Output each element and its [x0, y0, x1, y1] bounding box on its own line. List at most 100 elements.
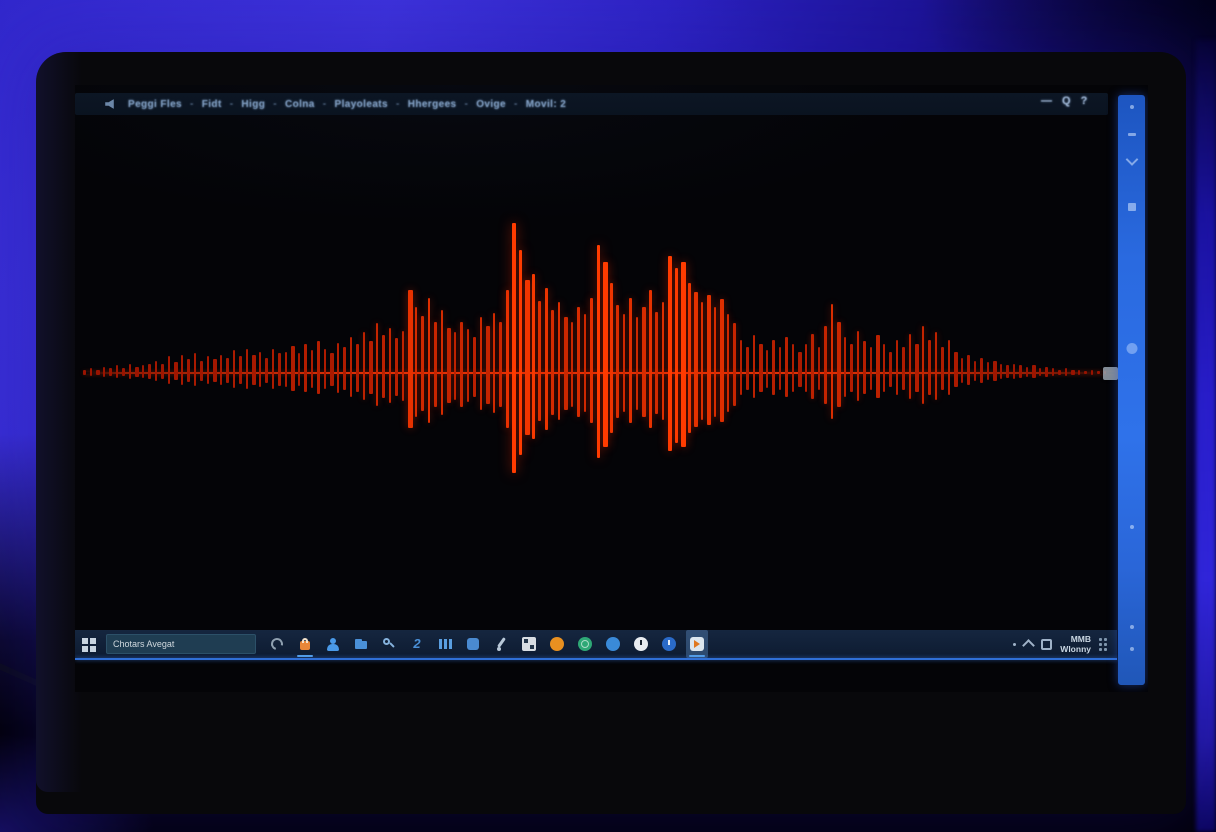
waveform-bar — [1045, 367, 1048, 377]
menu-bar: Peggi Fles - Fidt - Higg - Colna - Playoleats - Hh… — [75, 93, 1108, 115]
menu-separator: - — [229, 98, 234, 110]
globe-icon — [577, 636, 593, 652]
blue-circle-icon[interactable] — [602, 630, 624, 658]
globe-icon[interactable] — [574, 630, 596, 658]
waveform-bar — [317, 341, 320, 394]
strip-dot-icon — [1129, 625, 1134, 629]
waveform-bar — [109, 368, 112, 376]
tray-more-dots-icon[interactable] — [1099, 637, 1107, 651]
waveform-bar — [226, 358, 229, 383]
system-tray: MMB Wlonny — [1013, 634, 1111, 654]
waveform-bar — [668, 256, 672, 451]
waveform-bar — [265, 358, 268, 383]
waveform-bar — [590, 298, 593, 423]
swoosh-icon[interactable]: 2 — [406, 630, 428, 658]
waveform-bar — [122, 368, 125, 376]
waveform-bar — [154, 361, 157, 381]
waveform-bar — [967, 355, 970, 385]
waveform-bar — [375, 323, 378, 406]
waveform-bar — [817, 347, 820, 390]
waveform-bar — [141, 365, 144, 378]
waveform-bar — [414, 307, 417, 417]
waveform-bar — [1019, 365, 1022, 378]
waveform-bar — [1058, 370, 1061, 375]
strip-square-icon[interactable] — [1127, 203, 1136, 211]
playhead-badge[interactable] — [1103, 367, 1118, 380]
help-icon[interactable]: ? — [1081, 95, 1088, 107]
waveform-bar — [759, 344, 763, 392]
waveform-bar — [876, 335, 880, 398]
panel-icon[interactable] — [462, 630, 484, 658]
waveform-bar — [570, 322, 573, 407]
strip-dot-icon — [1129, 647, 1134, 651]
people-icon[interactable] — [322, 630, 344, 658]
cortana-icon[interactable] — [266, 630, 288, 658]
waveform-bar — [772, 340, 775, 395]
strip-dot-icon — [1129, 525, 1134, 529]
menu-item[interactable]: Peggi Fles — [128, 99, 182, 110]
menu-item[interactable]: Movil: 2 — [526, 99, 566, 110]
taskbar-search-input[interactable] — [106, 634, 256, 654]
zoom-icon[interactable]: Q — [1062, 95, 1071, 107]
waveform-bar — [622, 314, 625, 412]
menu-item[interactable]: Hhergees — [408, 99, 457, 110]
menu-separator: - — [514, 98, 518, 110]
waveform-bar — [369, 341, 373, 394]
panel-icon — [465, 636, 481, 652]
menu-items: Peggi Fles - Fidt - Higg - Colna - Playoleats - Hh… — [128, 99, 566, 110]
waveform-bar — [1051, 368, 1054, 376]
strip-chevron-down-icon[interactable] — [1125, 153, 1138, 166]
browser-orange-icon[interactable] — [546, 630, 568, 658]
search-app-icon[interactable] — [378, 630, 400, 658]
waveform-bar — [863, 341, 866, 394]
clock-blue-icon[interactable] — [658, 630, 680, 658]
waveform-bar — [304, 344, 307, 392]
waveform-bar — [889, 352, 892, 387]
waveform-bar — [934, 332, 937, 400]
waveform-bar — [180, 355, 183, 385]
waveform-bar — [401, 331, 404, 401]
clock-light-icon[interactable] — [630, 630, 652, 658]
tray-notification-icon[interactable] — [1041, 638, 1053, 650]
active-app-icon[interactable] — [686, 630, 708, 658]
scrollbar-strip[interactable] — [1118, 95, 1145, 685]
waveform-bar — [174, 362, 178, 380]
menu-item[interactable]: Ovige — [476, 99, 506, 110]
menu-item[interactable]: Fidt — [202, 99, 222, 110]
menu-item[interactable]: Higg — [241, 99, 265, 110]
menu-item[interactable]: Playoleats — [335, 99, 388, 110]
waveform-bar — [544, 288, 548, 430]
menu-item[interactable]: Colna — [285, 99, 315, 110]
tray-chevron-icon[interactable] — [1022, 639, 1036, 652]
columns-icon[interactable] — [434, 630, 456, 658]
waveform-bar — [895, 340, 898, 395]
store-bag-icon[interactable] — [294, 630, 316, 658]
waveform-bar — [343, 347, 346, 390]
waveform-bar — [96, 370, 100, 375]
folder-icon[interactable] — [350, 630, 372, 658]
waveform-bar — [973, 361, 976, 381]
minimize-icon[interactable]: — — [1041, 95, 1052, 107]
clock-blue-icon — [661, 636, 677, 652]
waveform-bar — [466, 329, 469, 402]
swoosh-icon: 2 — [413, 636, 421, 651]
pin-icon[interactable] — [490, 630, 512, 658]
waveform-bar — [778, 347, 781, 390]
strip-bar-icon — [1127, 133, 1136, 136]
start-button[interactable] — [81, 637, 96, 652]
waveform-bar — [557, 302, 560, 420]
waveform-bar — [278, 353, 281, 386]
strip-circle-icon[interactable] — [1126, 343, 1137, 354]
waveform-bar — [1077, 370, 1080, 375]
photos-icon[interactable] — [518, 630, 540, 658]
waveform-bar — [980, 358, 983, 383]
taskbar: 2 MMB Wlonny — [75, 630, 1117, 658]
browser-orange-icon — [549, 636, 565, 652]
waveform-bar — [564, 317, 568, 410]
tray-clock[interactable]: MMB Wlonny — [1060, 634, 1091, 654]
clock-light-icon — [633, 636, 649, 652]
waveform-bar — [635, 317, 638, 410]
waveform-bar — [330, 353, 334, 386]
waveform-bar — [551, 310, 554, 415]
pin-icon — [493, 636, 509, 652]
